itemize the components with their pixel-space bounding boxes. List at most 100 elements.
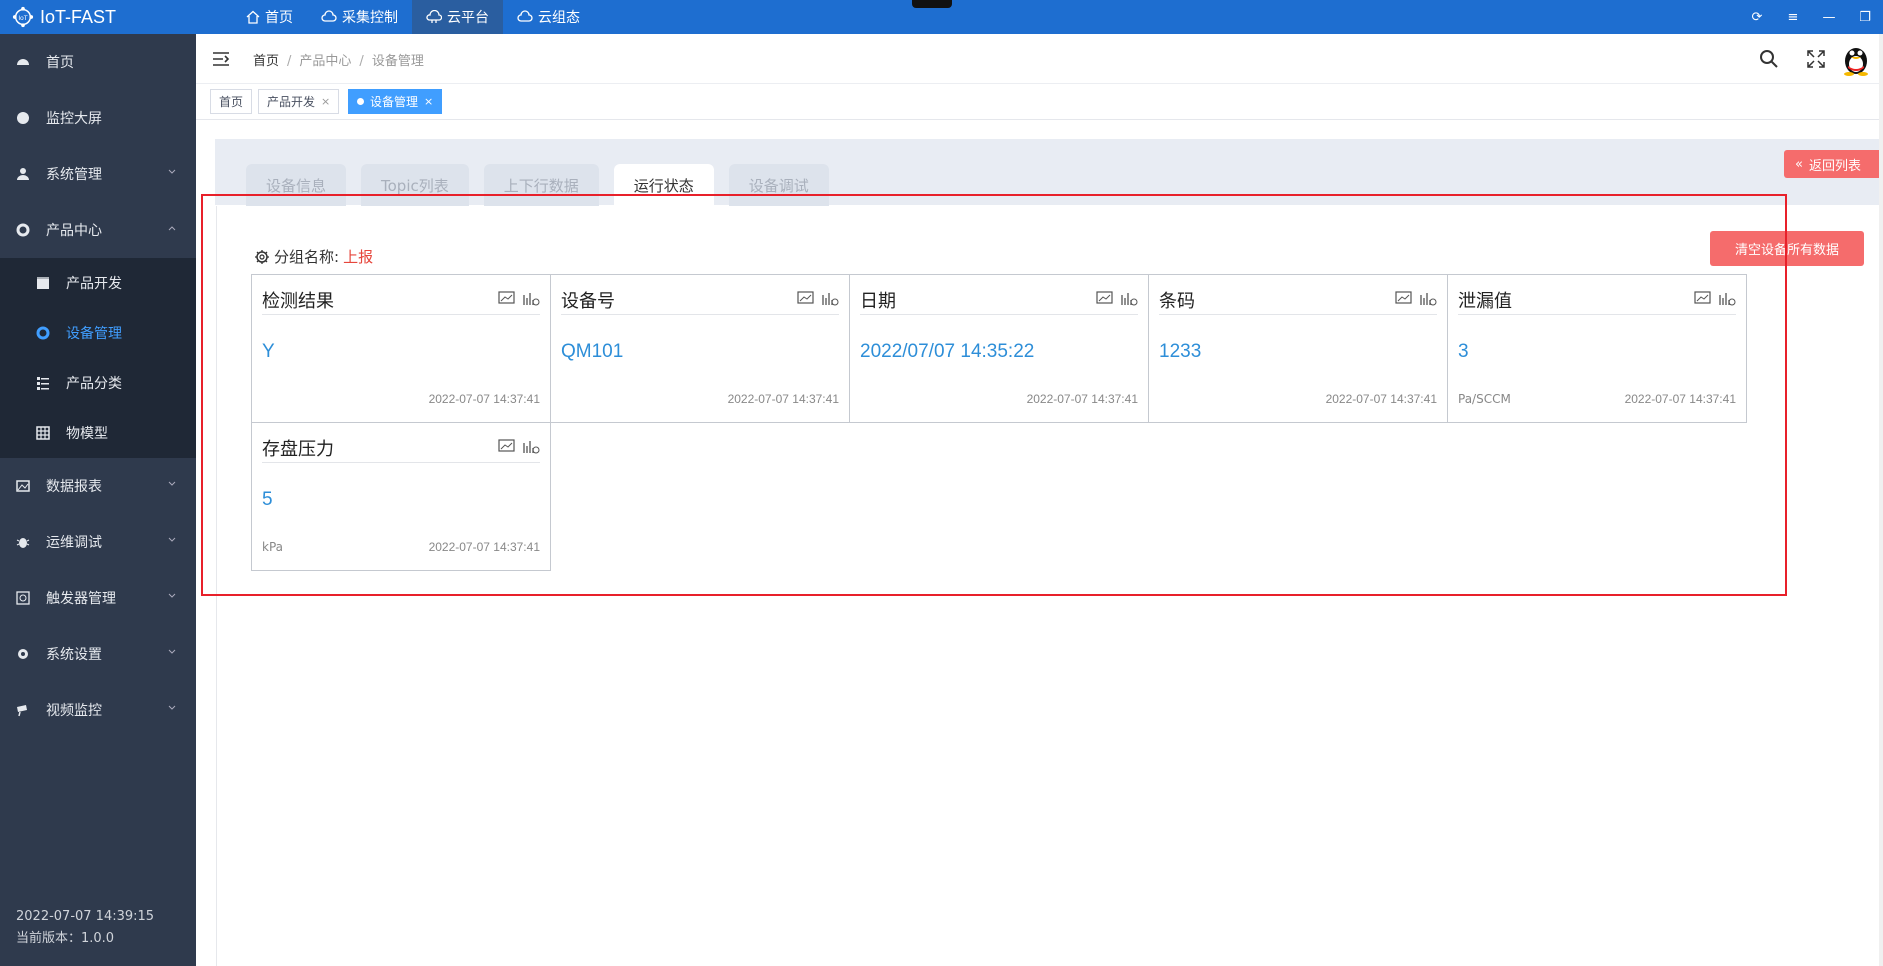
chevron-down-icon bbox=[168, 705, 176, 710]
minimize-icon[interactable]: — bbox=[1811, 0, 1847, 34]
menu-icon[interactable]: ≡ bbox=[1775, 0, 1811, 34]
sidebar-item-label: 系统设置 bbox=[46, 647, 102, 663]
chevron-up-icon bbox=[168, 226, 176, 231]
sidebar-item-label: 设备管理 bbox=[66, 326, 122, 342]
window-controls: ⟳ ≡ — ❐ bbox=[1739, 0, 1883, 34]
card-title: 存盘压力 bbox=[262, 439, 334, 460]
hamburger-icon[interactable] bbox=[212, 51, 230, 67]
double-chevron-left-icon: « bbox=[1795, 156, 1803, 172]
chevron-down-icon bbox=[168, 537, 176, 542]
main-content: 设备信息 Topic列表 上下行数据 运行状态 设备调试 « 返回列表 清空设备… bbox=[196, 120, 1883, 966]
sidebar-item-device-manage[interactable]: 设备管理 bbox=[0, 308, 196, 358]
tag-product-dev[interactable]: 产品开发 × bbox=[258, 89, 340, 114]
dashboard-icon bbox=[16, 55, 30, 69]
top-bar: IoT IoT-FAST 首页 采集控制 云平台 云组态 ⟳ ≡ — ❐ bbox=[0, 0, 1883, 34]
topnav-label: 首页 bbox=[265, 10, 293, 26]
property-card: 设备号 QM101 2022-07-07 14:37:41 bbox=[550, 274, 850, 423]
breadcrumb-home[interactable]: 首页 bbox=[253, 54, 279, 69]
brand[interactable]: IoT IoT-FAST bbox=[12, 5, 116, 29]
card-divider bbox=[860, 314, 1138, 315]
topnav-collect[interactable]: 采集控制 bbox=[307, 0, 412, 34]
close-icon[interactable]: × bbox=[424, 95, 433, 108]
chart-icon[interactable] bbox=[1096, 291, 1113, 306]
tag-device-manage[interactable]: 设备管理 × bbox=[348, 89, 443, 114]
card-value: 2022/07/07 14:35:22 bbox=[860, 341, 1035, 362]
back-to-list-button[interactable]: « 返回列表 bbox=[1784, 150, 1883, 178]
sidebar-item-label: 首页 bbox=[46, 55, 74, 71]
sidebar-item-system-settings[interactable]: 系统设置 bbox=[0, 626, 196, 682]
globe-icon bbox=[16, 111, 30, 125]
card-title: 日期 bbox=[860, 291, 896, 312]
card-value: Y bbox=[262, 341, 275, 362]
sidebar-item-video-monitor[interactable]: 视频监控 bbox=[0, 682, 196, 738]
tag-label: 设备管理 bbox=[370, 95, 419, 109]
tag-home[interactable]: 首页 bbox=[210, 89, 253, 114]
chart-icon[interactable] bbox=[498, 291, 515, 306]
sidebar-item-label: 触发器管理 bbox=[46, 591, 116, 607]
fullscreen-icon[interactable] bbox=[1807, 50, 1825, 68]
history-icon[interactable] bbox=[523, 439, 540, 454]
scrollbar[interactable] bbox=[1879, 34, 1883, 966]
lifebuoy-icon bbox=[16, 223, 30, 237]
trigger-icon bbox=[16, 591, 30, 605]
image-icon bbox=[16, 479, 30, 493]
topnav-cloud-platform[interactable]: 云平台 bbox=[412, 0, 503, 34]
history-icon[interactable] bbox=[822, 291, 839, 306]
card-divider bbox=[1458, 314, 1736, 315]
card-time: 2022-07-07 14:37:41 bbox=[1026, 392, 1138, 406]
sidebar-item-home[interactable]: 首页 bbox=[0, 34, 196, 90]
maximize-icon[interactable]: ❐ bbox=[1847, 0, 1883, 34]
sidebar-item-data-report[interactable]: 数据报表 bbox=[0, 458, 196, 514]
close-icon[interactable]: × bbox=[321, 95, 330, 108]
sidebar-item-product-center[interactable]: 产品中心 bbox=[0, 202, 196, 258]
search-icon[interactable] bbox=[1759, 49, 1779, 69]
history-icon[interactable] bbox=[1420, 291, 1437, 306]
sidebar-item-label: 产品分类 bbox=[66, 376, 122, 392]
logo-icon: IoT bbox=[12, 6, 34, 28]
sidebar-item-thing-model[interactable]: 物模型 bbox=[0, 408, 196, 458]
svg-text:IoT: IoT bbox=[18, 15, 27, 22]
gear-icon bbox=[16, 647, 30, 661]
history-icon[interactable] bbox=[1121, 291, 1138, 306]
header-actions bbox=[1745, 42, 1873, 76]
card-unit: kPa bbox=[262, 540, 283, 554]
card-divider bbox=[561, 314, 839, 315]
tag-label: 首页 bbox=[219, 95, 244, 109]
dropdown-handle[interactable] bbox=[912, 0, 952, 8]
sidebar-item-monitor-screen[interactable]: 监控大屏 bbox=[0, 90, 196, 146]
camera-icon bbox=[16, 703, 30, 717]
top-nav: 首页 采集控制 云平台 云组态 bbox=[232, 0, 594, 34]
chart-icon[interactable] bbox=[498, 439, 515, 454]
breadcrumb-device-manage: 设备管理 bbox=[371, 54, 424, 69]
sidebar-item-label: 产品中心 bbox=[46, 223, 102, 239]
sidebar-item-trigger-manage[interactable]: 触发器管理 bbox=[0, 570, 196, 626]
card-value: 3 bbox=[1458, 341, 1469, 362]
sidebar-item-label: 运维调试 bbox=[46, 535, 102, 551]
sidebar-item-system-manage[interactable]: 系统管理 bbox=[0, 146, 196, 202]
table-icon bbox=[36, 426, 50, 440]
refresh-icon[interactable]: ⟳ bbox=[1739, 0, 1775, 34]
chart-icon[interactable] bbox=[797, 291, 814, 306]
chart-icon[interactable] bbox=[1694, 291, 1711, 306]
chart-icon[interactable] bbox=[1395, 291, 1412, 306]
card-time: 2022-07-07 14:37:41 bbox=[428, 540, 540, 554]
sidebar-item-label: 视频监控 bbox=[46, 703, 102, 719]
sidebar-item-ops-debug[interactable]: 运维调试 bbox=[0, 514, 196, 570]
sidebar-item-label: 监控大屏 bbox=[46, 111, 102, 127]
history-icon[interactable] bbox=[1719, 291, 1736, 306]
sidebar: 首页 监控大屏 系统管理 产品中心 产品开发 设备管理 产品分类 物模型 数据报… bbox=[0, 34, 196, 966]
chevron-down-icon bbox=[168, 481, 176, 486]
back-label: 返回列表 bbox=[1808, 158, 1861, 174]
history-icon[interactable] bbox=[523, 291, 540, 306]
topnav-label: 云平台 bbox=[447, 10, 489, 26]
topnav-home[interactable]: 首页 bbox=[232, 0, 307, 34]
sidebar-item-product-dev[interactable]: 产品开发 bbox=[0, 258, 196, 308]
cloud-building-icon bbox=[426, 10, 442, 23]
card-time: 2022-07-07 14:37:41 bbox=[727, 392, 839, 406]
chevron-down-icon bbox=[168, 169, 176, 174]
avatar[interactable] bbox=[1839, 42, 1873, 76]
list-icon bbox=[37, 377, 49, 390]
property-card: 条码 1233 2022-07-07 14:37:41 bbox=[1148, 274, 1448, 423]
topnav-cloud-config[interactable]: 云组态 bbox=[503, 0, 594, 34]
sidebar-item-product-category[interactable]: 产品分类 bbox=[0, 358, 196, 408]
